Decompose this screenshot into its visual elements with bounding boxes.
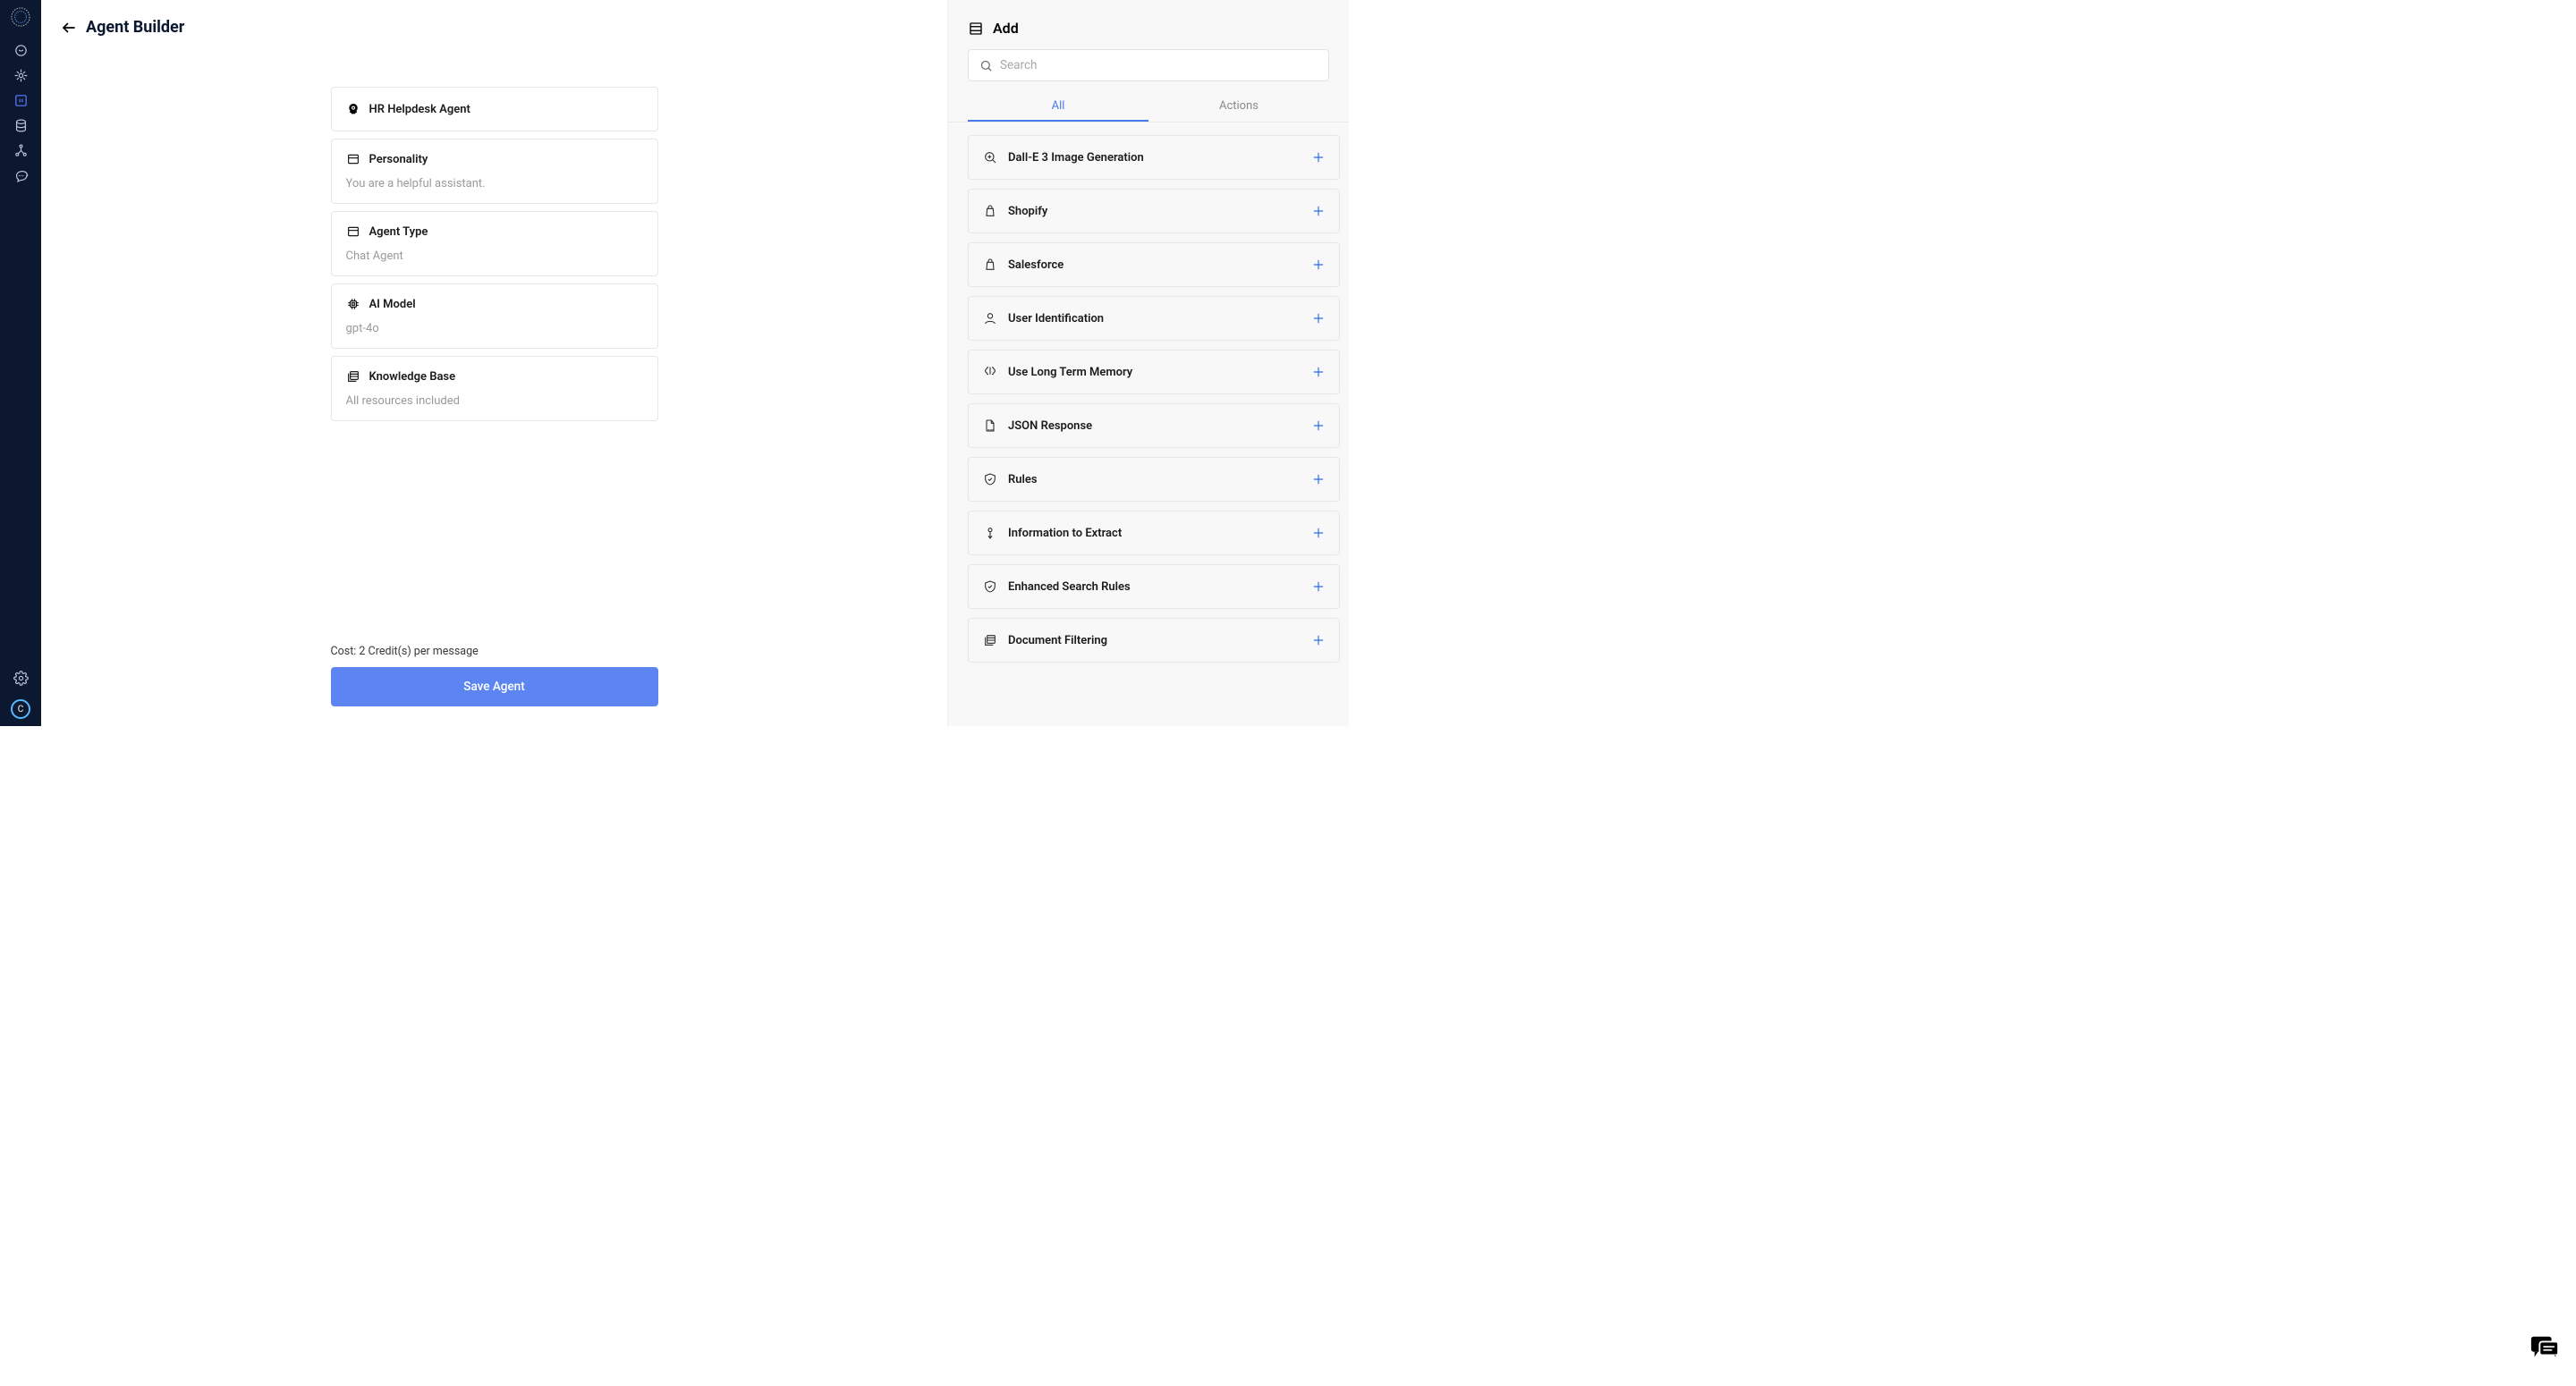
nav-gear-icon[interactable] [11, 665, 30, 690]
brain-icon [983, 365, 997, 379]
item-label: Use Long Term Memory [1008, 366, 1301, 379]
sidebar-nav: C [0, 0, 41, 726]
back-arrow-icon[interactable] [61, 20, 77, 36]
search-input[interactable] [1000, 58, 1318, 72]
head-icon [346, 102, 360, 116]
item-salesforce[interactable]: Salesforce [968, 242, 1340, 287]
ai-model-card[interactable]: AI Model gpt-4o [331, 283, 658, 349]
nav-builder-icon[interactable] [0, 88, 41, 113]
layers-icon [346, 369, 360, 384]
chat-fab-icon[interactable] [2529, 1334, 2560, 1361]
person-icon [983, 311, 997, 325]
item-doc-filter[interactable]: Document Filtering [968, 618, 1340, 663]
tab-actions[interactable]: Actions [1148, 90, 1329, 122]
nav-messages-icon[interactable] [0, 163, 41, 188]
agent-type-sub: Chat Agent [346, 249, 643, 263]
item-json[interactable]: JSON JSON Response [968, 403, 1340, 448]
magnify-plus-icon [983, 150, 997, 165]
item-memory[interactable]: Use Long Term Memory [968, 350, 1340, 394]
agent-type-card[interactable]: Agent Type Chat Agent [331, 211, 658, 276]
add-icon[interactable] [1312, 419, 1325, 432]
ai-model-sub: gpt-4o [346, 322, 643, 335]
knowledge-sub: All resources included [346, 394, 643, 408]
knowledge-card[interactable]: Knowledge Base All resources included [331, 356, 658, 421]
add-icon[interactable] [1312, 312, 1325, 325]
add-icon[interactable] [1312, 580, 1325, 593]
item-label: Enhanced Search Rules [1008, 580, 1301, 594]
agent-name-card[interactable]: HR Helpdesk Agent [331, 87, 658, 131]
item-label: User Identification [1008, 312, 1301, 325]
save-agent-button[interactable]: Save Agent [331, 667, 658, 706]
svg-text:JSON: JSON [987, 429, 995, 433]
cost-text: Cost: 2 Credit(s) per message [331, 645, 658, 658]
item-rules[interactable]: Rules [968, 457, 1340, 502]
nav-settings-icon[interactable] [0, 63, 41, 88]
cpu-icon [346, 297, 360, 311]
add-icon[interactable] [1312, 205, 1325, 217]
agent-type-title: Agent Type [369, 225, 428, 239]
panel-title: Add [993, 20, 1019, 37]
item-dalle[interactable]: Dall-E 3 Image Generation [968, 135, 1340, 180]
shield-icon [983, 472, 997, 486]
json-icon: JSON [983, 418, 997, 433]
search-icon [979, 59, 993, 72]
page-title: Agent Builder [86, 18, 184, 37]
item-shopify[interactable]: Shopify [968, 189, 1340, 233]
item-label: Information to Extract [1008, 527, 1301, 540]
add-panel-icon [968, 21, 984, 37]
logo-icon [11, 7, 30, 27]
layers-icon [983, 633, 997, 647]
square-icon [346, 224, 360, 239]
cloud-icon [983, 258, 997, 272]
add-icon[interactable] [1312, 527, 1325, 539]
square-icon [346, 152, 360, 166]
add-icon[interactable] [1312, 366, 1325, 378]
knowledge-title: Knowledge Base [369, 370, 456, 384]
extract-icon [983, 526, 997, 540]
search-box[interactable] [968, 49, 1329, 81]
agent-name-title: HR Helpdesk Agent [369, 103, 470, 116]
add-icon[interactable] [1312, 151, 1325, 164]
nav-chat-icon[interactable] [0, 38, 41, 63]
personality-title: Personality [369, 153, 428, 166]
item-label: Rules [1008, 473, 1301, 486]
item-label: Shopify [1008, 205, 1301, 218]
item-extract[interactable]: Information to Extract [968, 511, 1340, 555]
add-icon[interactable] [1312, 473, 1325, 486]
item-label: Salesforce [1008, 258, 1301, 272]
nav-graph-icon[interactable] [0, 138, 41, 163]
item-label: Dall-E 3 Image Generation [1008, 151, 1301, 165]
item-label: JSON Response [1008, 419, 1301, 433]
ai-model-title: AI Model [369, 298, 416, 311]
user-avatar[interactable]: C [11, 699, 30, 719]
personality-sub: You are a helpful assistant. [346, 177, 643, 190]
item-label: Document Filtering [1008, 634, 1301, 647]
item-enhanced-search[interactable]: Enhanced Search Rules [968, 564, 1340, 609]
bag-icon [983, 204, 997, 218]
add-icon[interactable] [1312, 258, 1325, 271]
nav-database-icon[interactable] [0, 113, 41, 138]
add-icon[interactable] [1312, 634, 1325, 647]
tab-all[interactable]: All [968, 90, 1148, 122]
personality-card[interactable]: Personality You are a helpful assistant. [331, 139, 658, 204]
item-user-id[interactable]: User Identification [968, 296, 1340, 341]
shield-icon [983, 579, 997, 594]
